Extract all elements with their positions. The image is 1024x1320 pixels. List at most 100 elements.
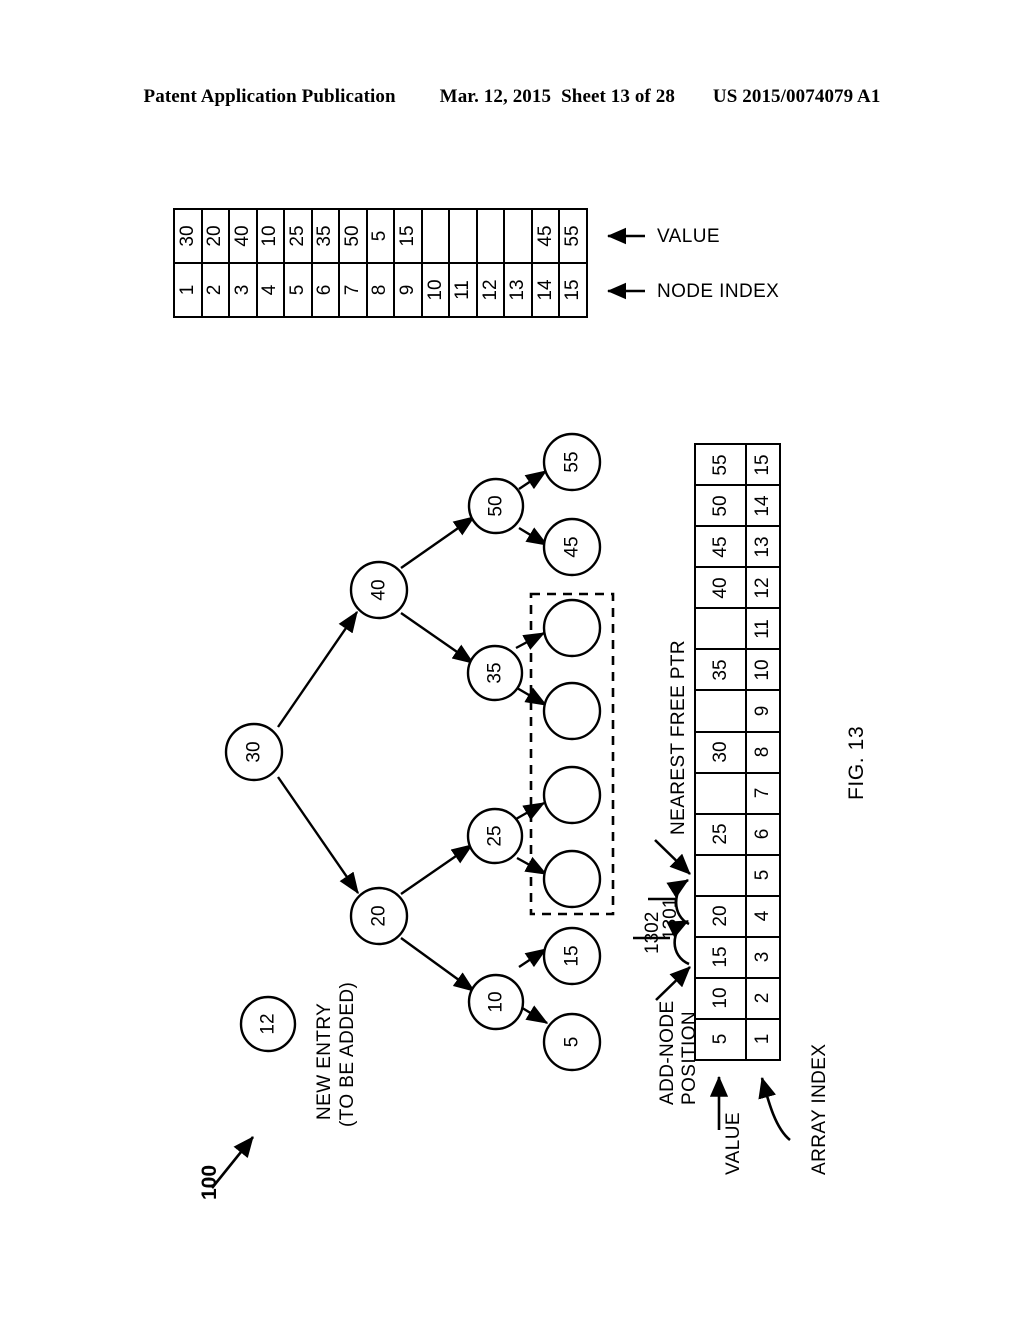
table-column: 11 — [450, 210, 478, 316]
tree-node-label: 30 — [244, 741, 265, 762]
array-table: 5 1 10 2 15 3 20 4 5 25 6 7 30 8 9 35 10… — [694, 443, 781, 1061]
edge-40-50 — [400, 516, 476, 569]
edge-35-empty2 — [516, 686, 548, 707]
figure-label: FIG. 13 — [845, 725, 868, 800]
array-value-cell: 15 — [696, 937, 747, 977]
array-row: 20 4 — [696, 894, 779, 936]
array-value-cell: 55 — [696, 445, 747, 485]
tree-node-label: 50 — [486, 495, 507, 516]
array-index-cell: 4 — [752, 910, 773, 922]
array-index-cell: 9 — [752, 705, 773, 717]
tree-node-label: 15 — [562, 945, 583, 966]
node-table-node-index-label: NODE INDEX — [657, 281, 780, 302]
array-row: 35 10 — [696, 648, 779, 690]
edge-35-empty1 — [515, 631, 546, 650]
edge-30-40 — [277, 610, 358, 728]
table-column: 55 15 — [560, 210, 586, 316]
node-index-cell: 13 — [507, 279, 529, 301]
figure-canvas: 30 40 20 50 35 25 10 55 45 15 5 12 — [210, 227, 791, 1189]
tree-node-35[interactable]: 35 — [466, 644, 524, 702]
table-column: 13 — [505, 210, 533, 316]
value-cell — [450, 210, 476, 264]
array-row: 11 — [696, 607, 779, 649]
node-index-cell: 10 — [424, 279, 446, 301]
node-index-cell: 12 — [479, 279, 501, 301]
node-index-cell: 11 — [452, 280, 474, 300]
tree-node-10[interactable]: 10 — [467, 973, 525, 1031]
tree-node-50[interactable]: 50 — [467, 477, 525, 535]
array-index-cell: 5 — [752, 869, 773, 881]
array-index-cell: 15 — [752, 454, 773, 476]
array-value-cell: 45 — [696, 527, 747, 567]
tree-node-empty-3[interactable] — [542, 765, 602, 825]
array-value-cell — [696, 773, 747, 813]
array-row: 40 12 — [696, 566, 779, 608]
publication-date: Mar. 12, 2015 — [439, 86, 552, 107]
array-value-cell: 35 — [696, 650, 747, 690]
value-cell — [422, 210, 449, 264]
tree-node-label: 12 — [258, 1013, 279, 1034]
tree-node-label: 55 — [562, 451, 583, 472]
tree-node-25[interactable]: 25 — [466, 807, 524, 865]
tree-node-empty-4[interactable] — [542, 849, 602, 909]
array-row: 9 — [696, 689, 779, 731]
tree-node-55[interactable]: 55 — [542, 432, 602, 492]
array-index-cell: 12 — [752, 577, 773, 599]
value-cell: 10 — [257, 210, 284, 264]
array-index-label-arrow — [758, 1076, 791, 1142]
patent-header: Patent Application Publication Mar. 12, 2… — [0, 86, 1024, 108]
tree-node-empty-2[interactable] — [542, 681, 602, 741]
value-cell: 50 — [340, 210, 366, 264]
table-column: 40 3 — [230, 210, 258, 316]
array-value-cell — [696, 855, 747, 895]
value-cell: 25 — [285, 210, 311, 264]
array-index-cell: 6 — [752, 828, 773, 840]
edge-30-20 — [277, 776, 359, 895]
array-index-cell: 11 — [752, 618, 773, 639]
sheet-number: Sheet 13 of 28 — [561, 86, 675, 107]
tree-node-20[interactable]: 20 — [349, 886, 409, 946]
add-node-position-arrow — [655, 966, 691, 1001]
node-index-cell: 14 — [534, 279, 556, 301]
tree-node-label: 40 — [369, 579, 390, 600]
tree-node-5[interactable]: 5 — [542, 1012, 602, 1072]
table-column: 5 8 — [367, 210, 396, 316]
array-row: 5 1 — [696, 1017, 779, 1059]
array-value-cell: 5 — [696, 1019, 747, 1059]
tree-node-15[interactable]: 15 — [542, 926, 602, 986]
tree-node-label: 35 — [485, 662, 506, 683]
value-cell — [505, 210, 531, 264]
array-index-cell: 3 — [752, 952, 773, 963]
array-index-cell: 8 — [752, 746, 773, 758]
edge-25-empty3 — [515, 801, 546, 821]
table-column: 50 7 — [340, 210, 368, 316]
array-index-cell: 14 — [752, 495, 773, 517]
tree-node-new-entry-12[interactable]: 12 — [239, 995, 297, 1053]
array-value-cell: 10 — [696, 978, 747, 1018]
new-entry-caption-line2: (TO BE ADDED) — [337, 981, 358, 1127]
array-value-cell: 30 — [696, 732, 747, 772]
array-row: 10 2 — [696, 976, 779, 1018]
array-row: 25 6 — [696, 812, 779, 854]
node-index-cell: 15 — [562, 279, 584, 301]
nearest-free-ptr-label: NEAREST FREE PTR — [668, 639, 689, 835]
nearest-free-ptr-arrow — [654, 839, 691, 875]
array-value-cell — [696, 691, 747, 731]
array-index-cell: 2 — [752, 993, 773, 1004]
value-cell: 35 — [312, 210, 339, 264]
value-cell: 45 — [532, 210, 559, 264]
table-column: 25 5 — [285, 210, 313, 316]
value-cell: 5 — [367, 210, 394, 264]
tree-node-45[interactable]: 45 — [542, 517, 602, 577]
array-value-label: VALUE — [723, 1112, 744, 1175]
node-index-cell: 6 — [314, 284, 336, 296]
node-index-cell: 2 — [204, 284, 226, 296]
tree-node-30[interactable]: 30 — [224, 722, 284, 782]
tree-node-40[interactable]: 40 — [349, 560, 409, 620]
tree-node-label: 45 — [562, 536, 583, 557]
array-value-cell: 20 — [696, 896, 747, 936]
value-cell: 20 — [202, 210, 229, 264]
array-value-cell: 40 — [696, 568, 747, 608]
tree-node-empty-1[interactable] — [542, 598, 602, 658]
array-value-cell: 25 — [696, 814, 747, 854]
